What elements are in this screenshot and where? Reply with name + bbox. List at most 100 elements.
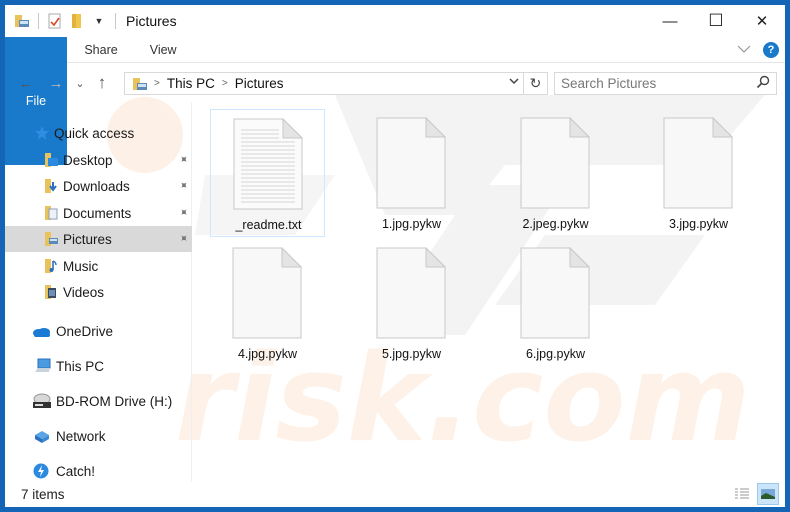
navigation-bar: ← → ⌄ ↑ > This PC > Pictures ↻	[5, 64, 785, 102]
sidebar-item-videos[interactable]: Videos	[5, 279, 192, 305]
blank-file-icon	[520, 247, 590, 339]
pin-icon[interactable]: ✦	[176, 231, 192, 246]
sidebar-item-label: BD-ROM Drive (H:)	[56, 393, 173, 409]
title-bar: ▼ Pictures — ☐ ✕	[5, 5, 785, 37]
star-icon	[34, 125, 50, 141]
back-button[interactable]: ←	[15, 72, 37, 94]
chevron-down-icon	[737, 45, 751, 53]
sidebar-item-catch[interactable]: Catch!	[5, 458, 192, 484]
tab-share[interactable]: Share	[70, 37, 133, 62]
breadcrumb-this-pc[interactable]: This PC	[167, 76, 215, 91]
breadcrumb-pictures[interactable]: Pictures	[235, 76, 284, 91]
sidebar-item-label: Videos	[63, 284, 105, 300]
blank-file-icon	[376, 247, 446, 339]
recent-locations-button[interactable]: ⌄	[69, 72, 91, 94]
forward-arrow-icon: →	[48, 74, 64, 92]
up-button[interactable]: ↑	[91, 72, 113, 94]
details-view-icon	[735, 488, 749, 499]
maximize-button[interactable]: ☐	[693, 5, 739, 37]
file-explorer-window: risk.com ▼ Pictures — ☐ ✕ File Home	[5, 5, 785, 507]
file-item[interactable]: 1.jpg.pykw	[354, 109, 469, 237]
sidebar-item-this-pc[interactable]: This PC	[5, 353, 192, 379]
address-dropdown-button[interactable]	[508, 76, 520, 89]
this-pc-icon	[34, 358, 52, 374]
sidebar-item-downloads[interactable]: Downloads ✦	[5, 173, 192, 199]
catch-icon	[33, 463, 52, 479]
file-list: _readme.txt 1.jpg.pykw 2.jpeg.pykw 3.jpg…	[193, 102, 785, 482]
breadcrumb-separator[interactable]: >	[154, 78, 160, 89]
file-item-readme[interactable]: _readme.txt	[210, 109, 325, 237]
file-name: _readme.txt	[235, 218, 302, 232]
maximize-icon: ☐	[708, 11, 724, 30]
refresh-button[interactable]: ↻	[524, 72, 548, 95]
file-name: 3.jpg.pykw	[668, 217, 729, 231]
forward-button[interactable]: →	[45, 72, 67, 94]
details-view-button[interactable]	[731, 483, 753, 505]
status-bar: 7 items	[5, 482, 785, 507]
pin-icon[interactable]: ✦	[176, 178, 192, 193]
chevron-down-icon	[509, 78, 519, 85]
file-name: 4.jpg.pykw	[237, 347, 298, 361]
sidebar-item-label: OneDrive	[56, 323, 114, 339]
sidebar-item-label: Quick access	[54, 125, 135, 141]
sidebar-item-network[interactable]: Network	[5, 423, 192, 449]
minimize-icon: —	[662, 12, 678, 30]
blank-file-icon	[232, 247, 302, 339]
bd-rom-drive-icon	[32, 393, 52, 409]
quick-access-toolbar: ▼ Pictures	[5, 5, 177, 37]
file-item[interactable]: 6.jpg.pykw	[498, 239, 613, 367]
breadcrumb-separator[interactable]: >	[222, 78, 228, 89]
sidebar-item-music[interactable]: Music	[5, 253, 192, 279]
toolbar-divider	[38, 13, 39, 29]
file-item[interactable]: 5.jpg.pykw	[354, 239, 469, 367]
sidebar-item-bd-rom-drive[interactable]: BD-ROM Drive (H:)	[5, 388, 192, 414]
pin-icon[interactable]: ✦	[176, 205, 192, 220]
sidebar-item-label: Pictures	[63, 231, 112, 247]
sidebar-item-label: Network	[56, 428, 106, 444]
sidebar-item-quick-access[interactable]: Quick access	[5, 120, 192, 146]
sidebar-item-onedrive[interactable]: OneDrive	[5, 318, 192, 344]
help-button[interactable]: ?	[763, 42, 779, 58]
close-button[interactable]: ✕	[739, 5, 785, 37]
file-name: 2.jpeg.pykw	[522, 217, 589, 231]
tab-view[interactable]: View	[134, 37, 193, 62]
text-document-icon	[233, 118, 303, 210]
sidebar-item-pictures[interactable]: Pictures ✦	[5, 226, 192, 252]
minimize-button[interactable]: —	[647, 5, 693, 37]
sidebar-item-documents[interactable]: Documents ✦	[5, 200, 192, 226]
sidebar-item-desktop[interactable]: Desktop ✦	[5, 147, 192, 173]
properties-icon[interactable]	[47, 13, 63, 29]
new-folder-icon[interactable]	[69, 13, 85, 29]
address-bar[interactable]: > This PC > Pictures	[124, 72, 524, 95]
search-input[interactable]	[561, 76, 751, 91]
blank-file-icon	[376, 117, 446, 209]
large-icons-view-icon	[761, 489, 775, 499]
file-item[interactable]: 4.jpg.pykw	[210, 239, 325, 367]
file-name: 5.jpg.pykw	[381, 347, 442, 361]
file-item[interactable]: 2.jpeg.pykw	[498, 109, 613, 237]
documents-folder-icon	[43, 205, 59, 221]
expand-ribbon-button[interactable]	[737, 43, 751, 57]
pin-icon[interactable]: ✦	[176, 152, 192, 167]
pictures-location-icon	[132, 76, 148, 92]
large-icons-view-button[interactable]	[757, 483, 779, 505]
ribbon-tabs: File Home Share View ?	[5, 37, 785, 165]
pictures-folder-icon	[43, 231, 59, 247]
blank-file-icon	[520, 117, 590, 209]
file-item[interactable]: 3.jpg.pykw	[641, 109, 756, 237]
pictures-folder-icon[interactable]	[14, 13, 30, 29]
videos-folder-icon	[43, 284, 59, 300]
network-icon	[33, 428, 52, 444]
search-box[interactable]	[554, 72, 777, 95]
sidebar-item-label: Documents	[63, 205, 132, 221]
file-name: 6.jpg.pykw	[525, 347, 586, 361]
onedrive-icon	[32, 323, 52, 339]
window-controls: — ☐ ✕	[647, 5, 785, 37]
downloads-folder-icon	[43, 178, 59, 194]
window-title: Pictures	[126, 13, 177, 29]
blank-file-icon	[663, 117, 733, 209]
sidebar-item-label: Music	[63, 258, 99, 274]
sidebar-item-label: Downloads	[63, 178, 130, 194]
customize-toolbar-dropdown[interactable]: ▼	[91, 13, 107, 29]
search-icon[interactable]	[756, 75, 770, 92]
